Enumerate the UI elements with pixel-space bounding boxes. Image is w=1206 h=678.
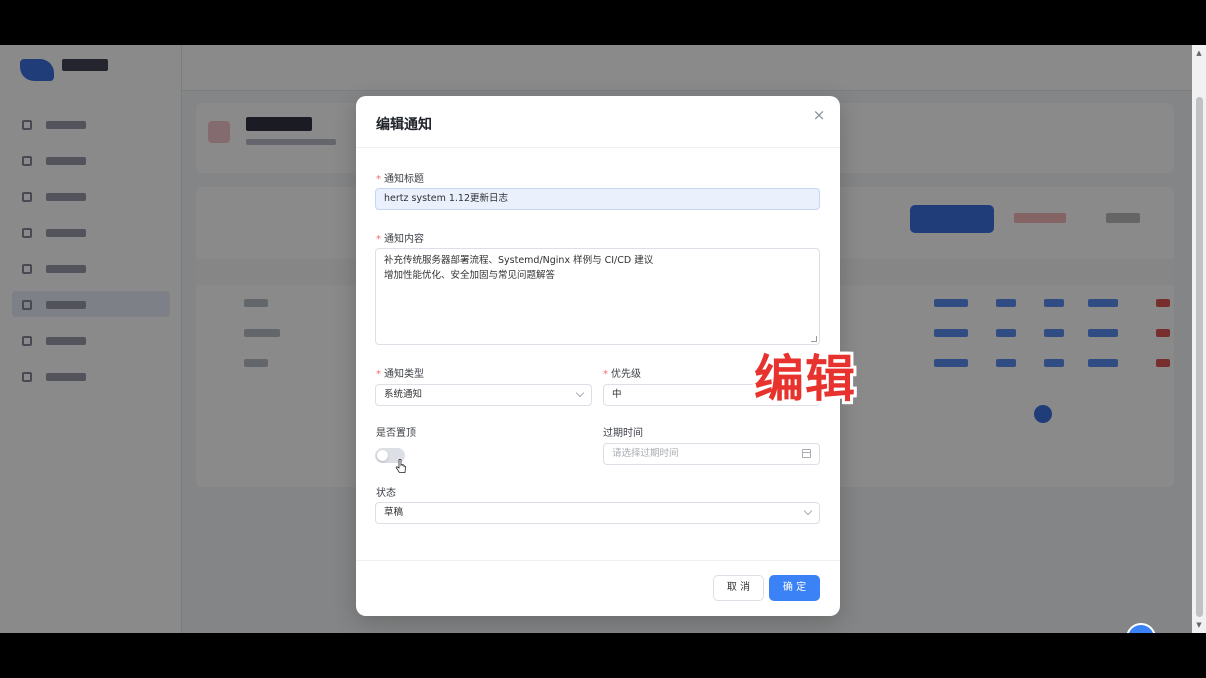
hand-cursor-icon: [395, 459, 406, 473]
cancel-button[interactable]: 取 消: [713, 575, 764, 601]
content-label: * 通知内容: [376, 234, 424, 245]
dialog-footer-divider: [356, 560, 840, 561]
expire-label: 过期时间: [603, 428, 643, 439]
calendar-icon: [802, 449, 811, 458]
content-line: 补充传统服务器部署流程、Systemd/Nginx 样例与 CI/CD 建议: [384, 255, 654, 266]
type-label: * 通知类型: [376, 369, 424, 380]
page-scrollbar[interactable]: ▲ ▼: [1192, 45, 1206, 633]
pinned-label: 是否置顶: [376, 428, 416, 439]
scroll-thumb[interactable]: [1196, 97, 1203, 617]
status-label: 状态: [376, 488, 396, 499]
confirm-button[interactable]: 确 定: [769, 575, 820, 601]
status-select[interactable]: 草稿: [375, 502, 820, 524]
content-line: 增加性能优化、安全加固与常见问题解答: [384, 270, 556, 281]
title-label: * 通知标题: [376, 174, 424, 185]
browser-viewport: ▲ ▼ 编辑通知 × * 通知标题 hertz system 1.12更新日志 *…: [0, 45, 1206, 633]
expire-date-picker[interactable]: 请选择过期时间: [603, 443, 820, 465]
type-select[interactable]: 系统通知: [375, 384, 592, 406]
scroll-down-arrow-icon[interactable]: ▼: [1195, 621, 1203, 629]
scroll-up-arrow-icon[interactable]: ▲: [1195, 49, 1203, 57]
title-input[interactable]: hertz system 1.12更新日志: [375, 188, 820, 210]
dialog-title: 编辑通知: [376, 117, 432, 133]
priority-label: * 优先级: [603, 369, 641, 380]
overlay-caption: 编辑: [754, 350, 856, 408]
dialog-header-divider: [356, 147, 840, 148]
chevron-down-icon: [575, 388, 585, 398]
switch-knob: [377, 450, 388, 461]
chevron-down-icon: [803, 506, 813, 516]
content-textarea[interactable]: 补充传统服务器部署流程、Systemd/Nginx 样例与 CI/CD 建议 增…: [375, 248, 820, 345]
close-icon[interactable]: ×: [812, 108, 826, 123]
